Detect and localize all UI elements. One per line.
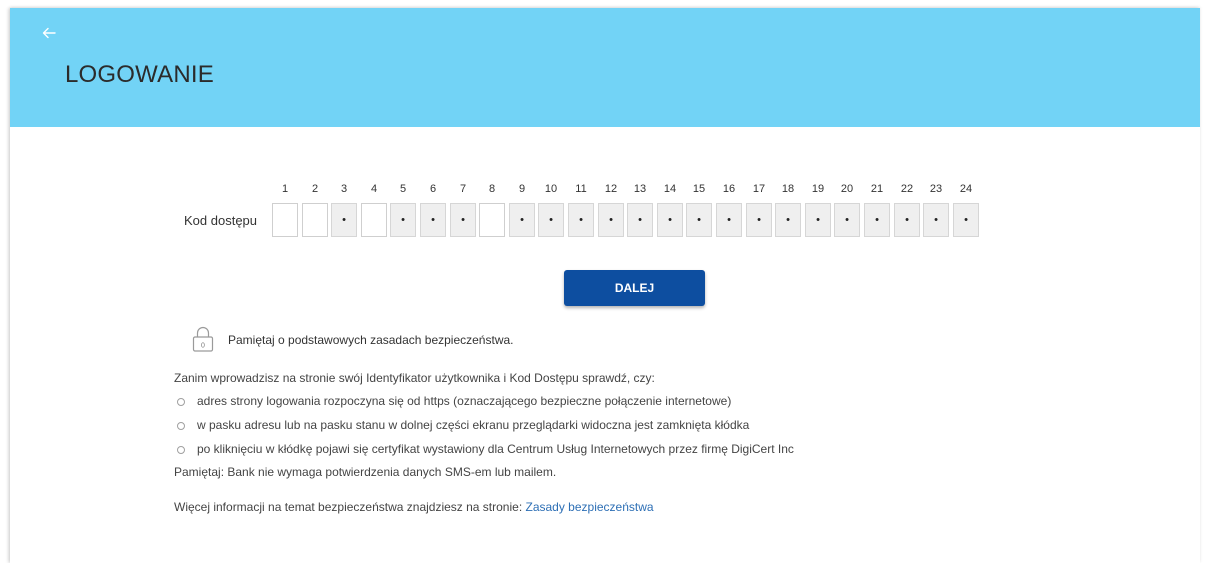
position-number: 13 (633, 183, 647, 195)
security-intro: Zanim wprowadzisz na stronie swój Identy… (174, 371, 655, 385)
position-number: 17 (752, 183, 766, 195)
position-number: 11 (575, 183, 587, 195)
code-digit-masked: • (864, 203, 890, 237)
security-bullet-3: po kliknięciu w kłódkę pojawi się certyf… (197, 442, 794, 456)
position-number: 24 (959, 183, 973, 195)
more-info-line: Więcej informacji na temat bezpieczeństw… (174, 500, 654, 514)
padlock-icon: 0 (192, 326, 214, 352)
code-digit-masked: • (746, 203, 772, 237)
code-digit-masked: • (923, 203, 949, 237)
position-number: 8 (488, 183, 496, 195)
position-number: 21 (870, 183, 884, 195)
position-number: 15 (692, 183, 706, 195)
position-number: 4 (370, 183, 378, 195)
next-button[interactable]: DALEJ (564, 270, 705, 306)
code-digit-masked: • (390, 203, 416, 237)
security-headline: Pamiętaj o podstawowych zasadach bezpiec… (228, 333, 514, 347)
code-digit-masked: • (450, 203, 476, 237)
page-frame: LOGOWANIE Kod dostępu 1 2 3 • 4 5 • 6 • 7 • 8 9 • 10 • 1… (10, 8, 1200, 563)
code-digit-masked: • (953, 203, 979, 237)
position-number: 19 (811, 183, 825, 195)
code-digit-masked: • (834, 203, 860, 237)
position-number: 18 (781, 183, 795, 195)
code-digit-masked: • (775, 203, 801, 237)
position-number: 1 (281, 183, 289, 195)
code-digit-masked: • (627, 203, 653, 237)
page-title: LOGOWANIE (65, 61, 214, 88)
position-number: 7 (459, 183, 467, 195)
code-digit-masked: • (686, 203, 712, 237)
code-digit-input[interactable] (479, 203, 505, 237)
bullet-marker (177, 446, 185, 454)
position-number: 6 (429, 183, 437, 195)
code-digit-masked: • (716, 203, 742, 237)
code-digit-masked: • (568, 203, 594, 237)
position-number: 3 (340, 183, 348, 195)
arrow-left-icon[interactable] (41, 25, 57, 41)
security-rules-link[interactable]: Zasady bezpieczeństwa (526, 500, 654, 514)
bullet-marker (177, 398, 185, 406)
more-info-text: Więcej informacji na temat bezpieczeństw… (174, 500, 526, 514)
security-bullet-1: adres strony logowania rozpoczyna się od… (197, 394, 732, 408)
code-digit-masked: • (420, 203, 446, 237)
page-header: LOGOWANIE (10, 8, 1200, 127)
code-digit-masked: • (509, 203, 535, 237)
position-number: 16 (722, 183, 736, 195)
position-number: 10 (544, 183, 558, 195)
position-number: 2 (311, 183, 319, 195)
svg-text:0: 0 (201, 343, 205, 350)
code-digit-input[interactable] (361, 203, 387, 237)
access-code-label: Kod dostępu (184, 213, 258, 228)
code-digit-masked: • (894, 203, 920, 237)
code-digit-input[interactable] (272, 203, 298, 237)
security-bullet-2: w pasku adresu lub na pasku stanu w doln… (197, 418, 750, 432)
code-digit-masked: • (538, 203, 564, 237)
position-number: 5 (399, 183, 407, 195)
position-number: 20 (840, 183, 854, 195)
code-digit-masked: • (805, 203, 831, 237)
position-number: 14 (663, 183, 677, 195)
security-reminder: Pamiętaj: Bank nie wymaga potwierdzenia … (174, 465, 557, 479)
position-number: 23 (929, 183, 943, 195)
code-digit-masked: • (598, 203, 624, 237)
code-digit-input[interactable] (302, 203, 328, 237)
code-digit-masked: • (657, 203, 683, 237)
bullet-marker (177, 422, 185, 430)
position-number: 12 (604, 183, 618, 195)
position-number: 9 (518, 183, 526, 195)
code-digit-masked: • (331, 203, 357, 237)
position-number: 22 (900, 183, 914, 195)
